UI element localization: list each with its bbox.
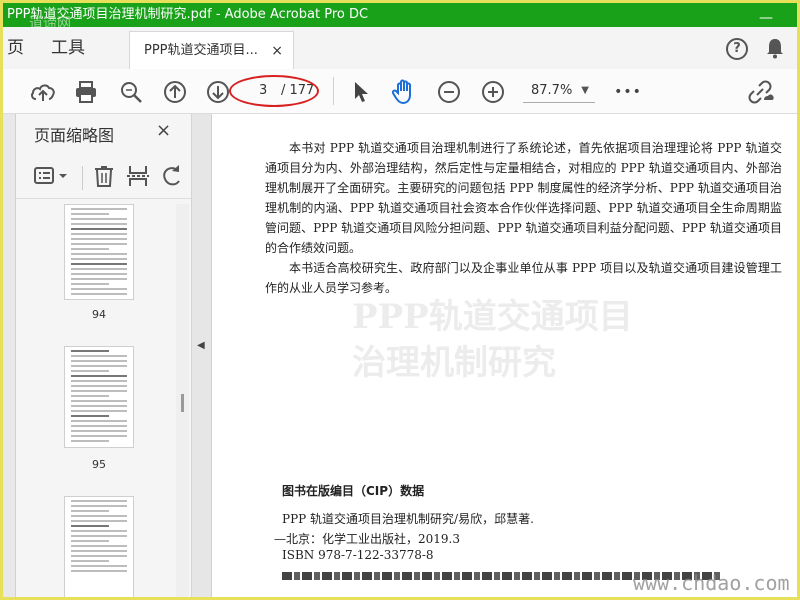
window-title: PPP轨道交通项目治理机制研究.pdf - Adobe Acrobat Pro … xyxy=(7,7,369,22)
scrollbar-handle[interactable] xyxy=(181,394,184,412)
help-icon[interactable]: ? xyxy=(726,38,748,60)
panel-collapse-handle[interactable]: ◀ xyxy=(192,114,212,597)
left-rail xyxy=(3,114,16,597)
highlight-ellipse xyxy=(229,75,319,107)
print-icon[interactable] xyxy=(73,79,99,105)
zoom-level-select[interactable]: 87.7% ▼ xyxy=(523,79,595,103)
hand-tool-icon[interactable] xyxy=(391,79,417,105)
panel-toolbar xyxy=(16,158,191,199)
body-paragraph: 本书对 PPP 轨道交通项目治理机制进行了系统论述，首先依据项目治理理论将 PP… xyxy=(265,141,782,255)
zoom-level-value: 87.7% xyxy=(531,83,573,98)
cip-line: ISBN 978-7-122-33778-8 xyxy=(282,548,434,562)
page-up-icon[interactable] xyxy=(162,79,188,105)
page-thumbnail[interactable] xyxy=(64,204,134,300)
zoom-in-icon[interactable] xyxy=(480,79,506,105)
select-cursor-icon[interactable] xyxy=(348,79,374,105)
app-window: PPP轨道交通项目治理机制研究.pdf - Adobe Acrobat Pro … xyxy=(0,0,800,600)
page-down-icon[interactable] xyxy=(205,79,231,105)
panel-scrollbar[interactable] xyxy=(176,204,189,597)
page-thumbnail[interactable] xyxy=(64,346,134,448)
watermark-url: www.chdao.com xyxy=(633,571,790,595)
delete-page-icon[interactable] xyxy=(92,164,116,188)
bleed-through-title: PPP轨道交通项目 治理机制研究 xyxy=(352,297,633,383)
toolbar-divider xyxy=(333,77,334,105)
zoom-search-icon[interactable] xyxy=(118,79,144,105)
close-tab-button[interactable]: × xyxy=(271,32,283,70)
minimize-button[interactable]: — xyxy=(759,6,773,27)
tools-menu[interactable]: 工具 xyxy=(51,27,85,69)
page-thumbnails-panel: 页面缩略图 × 94 95 xyxy=(16,114,192,597)
chevron-down-icon: ▼ xyxy=(581,85,589,96)
tab-bar: 页 工具 PPP轨道交通项目... × ? xyxy=(3,27,797,70)
panel-toolbar-divider xyxy=(82,166,83,190)
notification-bell-icon[interactable] xyxy=(765,37,785,63)
rotate-page-icon[interactable] xyxy=(160,164,184,188)
close-panel-button[interactable]: × xyxy=(156,120,171,141)
thumbnail-list: 94 95 96 xyxy=(16,204,176,597)
split-page-icon[interactable] xyxy=(126,164,150,188)
main-toolbar: 3 / 177 87.7% ▼ ••• xyxy=(3,69,797,114)
cip-line: PPP 轨道交通项目治理机制研究/易欣，邱慧著. xyxy=(282,512,534,526)
share-link-icon[interactable] xyxy=(748,79,774,105)
cip-heading: 图书在版编目（CIP）数据 xyxy=(282,484,425,498)
thumbnail-page-number: 95 xyxy=(92,458,106,471)
body-paragraph: 本书适合高校研究生、政府部门以及企事业单位从事 PPP 项目以及轨道交通项目建设… xyxy=(265,261,782,295)
document-tab[interactable]: PPP轨道交通项目... × xyxy=(129,31,294,69)
page-thumbnail[interactable] xyxy=(64,496,134,597)
collapse-arrow-icon: ◀ xyxy=(197,340,205,351)
document-tab-label: PPP轨道交通项目... xyxy=(144,43,258,58)
document-view[interactable]: PPP轨道交通项目 治理机制研究 本书对 PPP 轨道交通项目治理机制进行了系统… xyxy=(212,114,797,597)
home-menu[interactable]: 页 xyxy=(7,27,24,69)
title-bar: PPP轨道交通项目治理机制研究.pdf - Adobe Acrobat Pro … xyxy=(3,3,797,27)
zoom-out-icon[interactable] xyxy=(436,79,462,105)
upload-icon[interactable] xyxy=(30,79,56,105)
more-tools-button[interactable]: ••• xyxy=(614,79,641,105)
thumbnail-page-number: 94 xyxy=(92,308,106,321)
thumbnail-options-icon[interactable] xyxy=(32,164,72,188)
cip-line: —北京：化学工业出版社，2019.3 xyxy=(274,532,460,546)
panel-title: 页面缩略图 xyxy=(34,126,115,145)
